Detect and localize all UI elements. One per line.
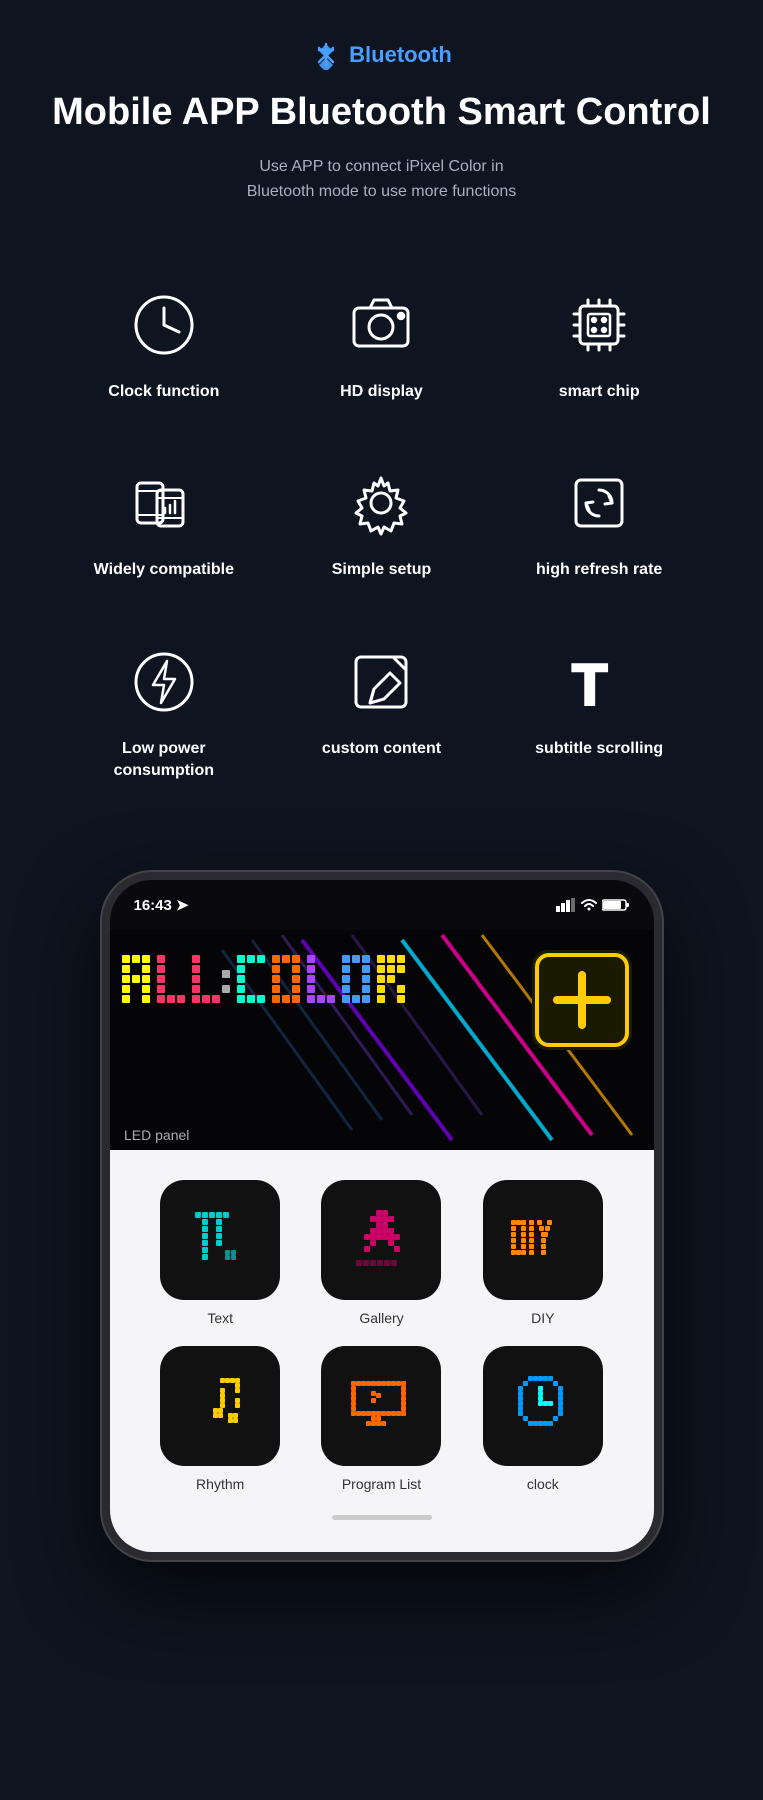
feature-hd-display: HD display xyxy=(278,265,486,433)
text-app-icon xyxy=(180,1200,260,1280)
bluetooth-label: Bluetooth xyxy=(349,42,452,68)
phone-notch xyxy=(312,880,452,908)
program-app-icon xyxy=(341,1366,421,1446)
phone-status-icons xyxy=(556,898,630,912)
gallery-app-icon xyxy=(341,1200,421,1280)
clock-icon-wrap xyxy=(124,285,204,365)
svg-text:T: T xyxy=(572,653,607,717)
app-item-clock[interactable]: clock xyxy=(472,1346,613,1492)
feature-smart-chip: smart chip xyxy=(495,265,703,433)
feature-refresh-rate: high refresh rate xyxy=(495,443,703,611)
app-grid-section: Text xyxy=(110,1150,654,1552)
app-icon-clock[interactable] xyxy=(483,1346,603,1466)
diy-app-icon xyxy=(503,1200,583,1280)
app-icon-diy[interactable] xyxy=(483,1180,603,1300)
feature-custom-content: custom content xyxy=(278,622,486,813)
gear-icon xyxy=(346,468,416,538)
phone-mockup: 16:43 ➤ xyxy=(102,872,662,1560)
feature-low-power: Low power consumption xyxy=(60,622,268,813)
camera-icon xyxy=(346,290,416,360)
app-label-clock: clock xyxy=(527,1476,559,1492)
chip-icon xyxy=(564,290,634,360)
app-grid: Text xyxy=(150,1180,614,1492)
refresh-icon-wrap xyxy=(559,463,639,543)
app-label-rhythm: Rhythm xyxy=(196,1476,244,1492)
phone-status-bar: 16:43 ➤ xyxy=(110,880,654,930)
feature-clock: Clock function xyxy=(60,265,268,433)
led-canvas: LED panel xyxy=(110,930,654,1150)
lightning-icon xyxy=(129,647,199,717)
feature-custom-content-label: custom content xyxy=(322,738,441,760)
app-icon-program-list[interactable] xyxy=(321,1346,441,1466)
feature-refresh-rate-label: high refresh rate xyxy=(536,559,662,581)
feature-low-power-label: Low power consumption xyxy=(70,738,258,783)
feature-smart-chip-label: smart chip xyxy=(559,381,640,403)
app-item-gallery[interactable]: Gallery xyxy=(311,1180,452,1326)
main-title: Mobile APP Bluetooth Smart Control xyxy=(30,90,733,136)
edit-icon xyxy=(346,647,416,717)
wifi-icon xyxy=(581,898,597,912)
header-section: Bluetooth Mobile APP Bluetooth Smart Con… xyxy=(0,0,763,225)
feature-compatible-label: Widely compatible xyxy=(94,559,234,581)
battery-icon xyxy=(602,898,630,912)
led-panel-label: LED panel xyxy=(124,1127,189,1143)
app-icon-rhythm[interactable] xyxy=(160,1346,280,1466)
feature-subtitle-scrolling-label: subtitle scrolling xyxy=(535,738,663,760)
phone-bottom-bar xyxy=(150,1502,614,1532)
subtitle: Use APP to connect iPixel Color inBlueto… xyxy=(30,154,733,205)
phone-section: 16:43 ➤ xyxy=(0,832,763,1600)
feature-compatible: Widely compatible xyxy=(60,443,268,611)
lightning-icon-wrap xyxy=(124,642,204,722)
app-label-text: Text xyxy=(207,1310,233,1326)
bluetooth-badge: Bluetooth xyxy=(311,40,452,70)
camera-icon-wrap xyxy=(341,285,421,365)
feature-hd-display-label: HD display xyxy=(340,381,423,403)
gear-icon-wrap xyxy=(341,463,421,543)
app-item-program-list[interactable]: Program List xyxy=(311,1346,452,1492)
app-icon-gallery[interactable] xyxy=(321,1180,441,1300)
mobile-icon xyxy=(129,468,199,538)
feature-clock-label: Clock function xyxy=(108,381,219,403)
app-item-diy[interactable]: DIY xyxy=(472,1180,613,1326)
bluetooth-icon xyxy=(311,40,341,70)
page-wrapper: Bluetooth Mobile APP Bluetooth Smart Con… xyxy=(0,0,763,1600)
home-indicator xyxy=(332,1515,432,1520)
app-label-diy: DIY xyxy=(531,1310,554,1326)
feature-simple-setup-label: Simple setup xyxy=(332,559,432,581)
app-item-text[interactable]: Text xyxy=(150,1180,291,1326)
rhythm-app-icon xyxy=(180,1366,260,1446)
app-icon-text[interactable] xyxy=(160,1180,280,1300)
feature-simple-setup: Simple setup xyxy=(278,443,486,611)
clock-app-icon xyxy=(503,1366,583,1446)
phone-time: 16:43 ➤ xyxy=(134,896,189,914)
app-label-program-list: Program List xyxy=(342,1476,421,1492)
edit-icon-wrap xyxy=(341,642,421,722)
app-label-gallery: Gallery xyxy=(359,1310,403,1326)
refresh-icon xyxy=(564,468,634,538)
feature-subtitle-scrolling: T subtitle scrolling xyxy=(495,622,703,813)
led-display: LED panel xyxy=(110,930,654,1150)
features-grid: Clock function HD display xyxy=(0,225,763,833)
app-item-rhythm[interactable]: Rhythm xyxy=(150,1346,291,1492)
text-t-icon-wrap: T xyxy=(559,642,639,722)
text-t-icon: T xyxy=(564,647,634,717)
clock-icon xyxy=(129,290,199,360)
chip-icon-wrap xyxy=(559,285,639,365)
mobile-icon-wrap xyxy=(124,463,204,543)
signal-icon xyxy=(556,898,576,912)
